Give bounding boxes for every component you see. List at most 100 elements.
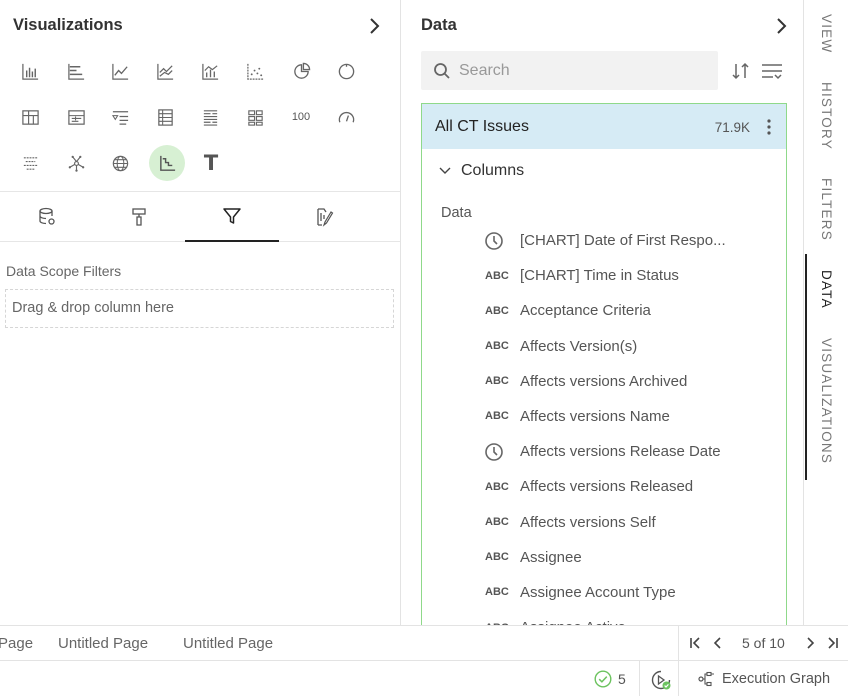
dataset-container: All CT Issues 71.9K Columns Data [CHART]… [421,103,787,625]
data-panel-expand-button[interactable] [773,15,789,37]
column-item[interactable]: ABC Affects versions Self [422,505,786,540]
run-play-icon [651,670,671,690]
data-tab[interactable] [0,192,94,242]
column-item[interactable]: [CHART] Date of First Respo... [422,223,786,258]
area-chart-icon[interactable] [147,53,183,89]
style-tab[interactable] [277,192,371,242]
text-type-badge: ABC [485,480,509,493]
filter-list-icon[interactable] [102,99,138,135]
column-list: [CHART] Date of First Respo... ABC [CHART]… [422,223,786,625]
first-page-icon [690,637,700,649]
pie-chart-icon[interactable] [283,53,319,89]
execution-graph-button[interactable]: Execution Graph [698,661,830,696]
side-tab-history-label: HISTORY [819,82,834,150]
column-group-label: Data [441,205,472,221]
step-chart-icon[interactable] [149,145,185,181]
check-circle-icon [594,670,612,688]
column-item[interactable]: Affects versions Release Date [422,434,786,469]
visualizations-title: Visualizations [13,16,123,34]
pivot-table-icon[interactable] [12,99,48,135]
clock-icon [485,231,503,250]
column-name: Affects versions Archived [520,372,688,390]
previous-page-button[interactable] [710,635,726,651]
columns-label: Columns [461,162,525,179]
viz-row-1 [10,53,382,89]
side-tab-data[interactable]: DATA [805,264,848,314]
sort-button[interactable] [730,60,752,82]
sort-arrows-icon [732,62,749,80]
funnel-list-icon[interactable] [12,145,48,181]
column-item[interactable]: ABC [CHART] Time in Status [422,258,786,293]
globe-map-icon[interactable] [102,145,138,181]
side-tab-visualizations[interactable]: VISUALIZATIONS [805,334,848,468]
combo-chart-icon[interactable] [192,53,228,89]
column-item[interactable]: ABC Affects versions Name [422,399,786,434]
scatter-chart-icon[interactable] [237,53,273,89]
column-item[interactable]: ABC Affects versions Released [422,469,786,504]
column-item[interactable]: ABC Affects Version(s) [422,329,786,364]
format-tab[interactable] [92,192,186,242]
column-item[interactable]: ABC Acceptance Criteria [422,293,786,328]
number-kpi-icon[interactable]: 100 [283,99,319,135]
first-page-button[interactable] [688,635,704,651]
chevron-right-icon [370,18,380,34]
text-type-badge: ABC [485,340,509,353]
tile-grid-icon[interactable] [237,99,273,135]
column-search-box [421,51,718,90]
page-position-text: 5 of 10 [742,635,785,651]
column-item[interactable]: ABC Affects versions Archived [422,364,786,399]
column-name: [CHART] Time in Status [520,267,679,285]
side-tab-view[interactable]: VIEW [805,8,848,60]
page-tab-1[interactable]: Page [0,626,33,661]
text-type-badge: ABC [485,610,511,625]
date-type-indicator [485,434,511,469]
visualizations-expand-button[interactable] [366,15,382,37]
table-detail-icon[interactable] [58,99,94,135]
horizontal-bar-icon[interactable] [58,53,94,89]
bar-chart-icon[interactable] [12,53,48,89]
graph-nodes-icon [698,671,714,686]
page-tab-2[interactable]: Untitled Page [58,626,148,661]
gauge-icon[interactable] [328,99,364,135]
validation-count: 5 [618,671,626,687]
column-search-input[interactable] [459,61,699,80]
side-tab-filters[interactable]: FILTERS [805,176,848,242]
columns-section-toggle[interactable]: Columns [438,160,524,182]
paint-roller-icon [132,208,146,226]
next-page-button[interactable] [802,635,818,651]
style-edit-icon [317,208,334,227]
column-name: Assignee [520,548,582,566]
run-button[interactable] [650,669,672,691]
grouped-table-icon[interactable] [192,99,228,135]
list-options-icon [762,64,782,80]
dataset-menu-button[interactable] [762,116,776,138]
visualization-settings-tabs [0,191,400,242]
side-tab-active-indicator [805,254,807,480]
column-item[interactable]: ABC Assignee [422,540,786,575]
network-icon[interactable] [58,145,94,181]
chevron-right-icon [777,18,787,34]
execution-graph-label: Execution Graph [722,670,831,687]
column-name: Affects Version(s) [520,337,638,355]
status-divider [678,661,679,696]
line-chart-icon[interactable] [102,53,138,89]
donut-chart-icon[interactable] [328,53,364,89]
text-icon[interactable]: T [193,145,229,181]
column-item[interactable]: ABC Assignee Active [422,610,786,625]
last-page-button[interactable] [824,635,840,651]
side-tab-history[interactable]: HISTORY [805,80,848,152]
column-item[interactable]: ABC Assignee Account Type [422,575,786,610]
side-tab-strip: VIEW HISTORY FILTERS DATA VISUALIZATIONS [805,0,848,625]
dataset-header[interactable]: All CT Issues 71.9K [422,104,786,149]
validation-status[interactable]: 5 [594,670,626,688]
filter-tab[interactable] [185,192,279,242]
view-options-button[interactable] [760,60,784,82]
page-tab-3[interactable]: Untitled Page [183,626,273,661]
chevron-right-icon [807,637,815,649]
filter-funnel-icon [223,208,241,224]
table-icon[interactable] [147,99,183,135]
date-type-indicator [485,223,511,258]
data-panel-title: Data [421,16,457,34]
column-name: Assignee Account Type [520,583,676,601]
column-drop-zone[interactable]: Drag & drop column here [5,289,394,328]
